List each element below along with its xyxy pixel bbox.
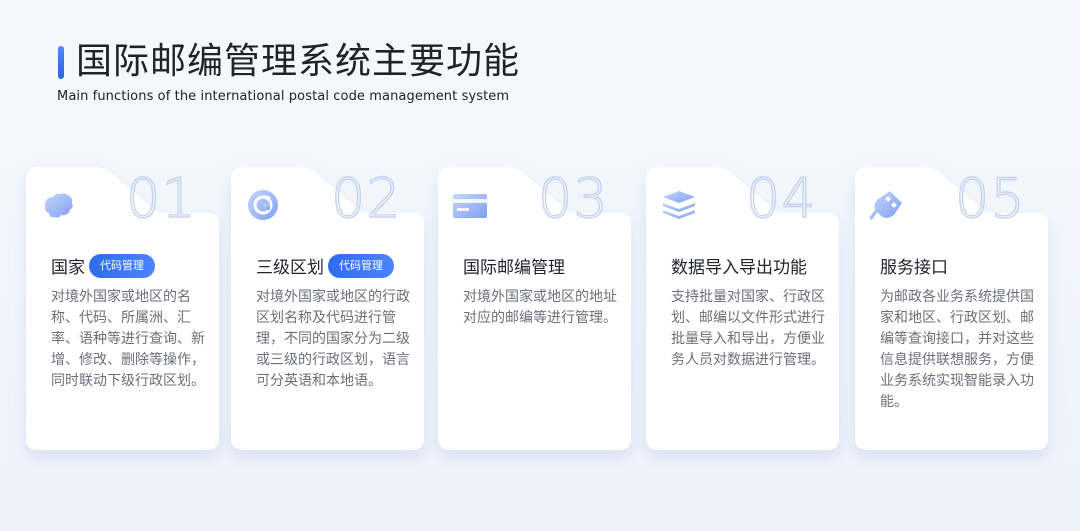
feature-card-service-api: 05 服务接口 为邮政各业务系统提供国家和地区、行政区划、邮编等查询接口，并对这… <box>855 167 1048 450</box>
card-description: 对境外国家或地区的名称、代码、所属洲、汇率、语种等进行查询、新增、修改、删除等操… <box>51 289 205 389</box>
card-number: 05 <box>954 167 1026 230</box>
code-management-badge: 代码管理 <box>328 253 394 278</box>
card-title: 国家 <box>51 258 85 278</box>
feature-card-postal-code: 03 国际邮编管理 对境外国家或地区的地址对应的邮编等进行管理。 <box>438 167 631 450</box>
card-title: 服务接口 <box>880 258 948 278</box>
card-description: 为邮政各业务系统提供国家和地区、行政区划、邮编等查询接口，并对这些信息提供联想服… <box>880 289 1034 410</box>
card-number: 01 <box>125 167 197 230</box>
card-description: 对境外国家或地区的地址对应的邮编等进行管理。 <box>463 289 617 326</box>
api-plug-icon <box>869 191 902 220</box>
title-accent-bar <box>58 46 64 79</box>
feature-card-regions: 02 三级区划 代码管理 对境外国家或地区的行政区划名称及代码进行管理，不同的国… <box>231 167 424 450</box>
card-number: 04 <box>745 167 817 230</box>
database-stack-icon <box>663 191 695 219</box>
card-number: 02 <box>330 167 402 230</box>
card-number: 03 <box>537 167 609 230</box>
page-subtitle: Main functions of the international post… <box>57 89 510 104</box>
card-title: 国际邮编管理 <box>463 258 565 278</box>
envelope-card-icon <box>453 194 487 218</box>
refresh-cycle-icon <box>248 190 278 220</box>
card-title: 数据导入导出功能 <box>671 258 807 278</box>
feature-card-import-export: 04 数据导入导出功能 支持批量对国家、行政区划、邮编以文件形式进行批量导入和导… <box>646 167 839 450</box>
card-description: 支持批量对国家、行政区划、邮编以文件形式进行批量导入和导出，方便业务人员对数据进… <box>671 289 825 368</box>
code-management-badge: 代码管理 <box>89 253 155 278</box>
page-title: 国际邮编管理系统主要功能 <box>76 41 521 82</box>
globe-map-icon <box>44 193 73 218</box>
card-title: 三级区划 <box>256 258 324 278</box>
feature-card-country: 01 国家 代码管理 对境外国家或地区的名称、代码、所属洲、汇率、语种等进行查询… <box>26 167 219 450</box>
card-description: 对境外国家或地区的行政区划名称及代码进行管理，不同的国家分为二级或三级的行政区划… <box>256 289 410 389</box>
